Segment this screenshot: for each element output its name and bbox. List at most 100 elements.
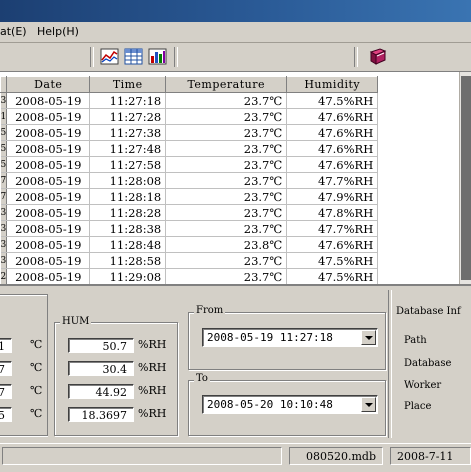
temperature-cell[interactable]: 23.7℃ — [165, 268, 288, 284]
time-cell[interactable]: 11:28:58 — [89, 252, 167, 269]
time-cell[interactable]: 11:28:38 — [89, 220, 167, 237]
status-pane-main — [2, 447, 282, 465]
bar-chart-icon[interactable] — [148, 47, 168, 67]
hum-min-field: 30.4 — [68, 361, 134, 376]
humidity-cell[interactable]: 47.6%RH — [286, 156, 379, 173]
temp-unit: ℃ — [30, 407, 43, 420]
menu-help[interactable]: Help(H) — [37, 25, 79, 38]
humidity-cell[interactable]: 47.7%RH — [286, 220, 379, 237]
data-table: Date Time Temperature Humidity 3 2008-05-… — [0, 76, 379, 284]
time-cell[interactable]: 11:27:58 — [89, 156, 167, 173]
vertical-scrollbar[interactable] — [459, 72, 471, 284]
temperature-cell[interactable]: 23.8℃ — [165, 236, 288, 253]
temp-unit: ℃ — [30, 384, 43, 397]
temperature-cell[interactable]: 23.7℃ — [165, 220, 288, 237]
column-header-date[interactable]: Date — [6, 76, 91, 93]
table-row[interactable]: 5 2008-05-19 11:27:48 23.7℃ 47.6%RH — [0, 140, 379, 157]
database-info-title: Database Inf — [396, 306, 461, 317]
scrollbar-thumb[interactable] — [461, 76, 471, 280]
temp-min-field: 7 — [0, 361, 12, 376]
temperature-cell[interactable]: 23.7℃ — [165, 204, 288, 221]
temperature-cell[interactable]: 23.7℃ — [165, 140, 288, 157]
date-cell[interactable]: 2008-05-19 — [6, 140, 91, 157]
hum-unit: %RH — [138, 361, 167, 374]
humidity-cell[interactable]: 47.8%RH — [286, 204, 379, 221]
worker-label: Worker — [404, 380, 442, 391]
menu-bar: at(E) Help(H) — [0, 22, 471, 43]
chevron-down-icon[interactable] — [361, 330, 376, 345]
date-cell[interactable]: 2008-05-19 — [6, 92, 91, 109]
humidity-cell[interactable]: 47.5%RH — [286, 252, 379, 269]
date-cell[interactable]: 2008-05-19 — [6, 188, 91, 205]
humidity-cell[interactable]: 47.7%RH — [286, 172, 379, 189]
date-cell[interactable]: 2008-05-19 — [6, 172, 91, 189]
table-row[interactable]: 3 2008-05-19 11:28:58 23.7℃ 47.5%RH — [0, 252, 379, 269]
column-header-temperature[interactable]: Temperature — [165, 76, 288, 93]
column-header-time[interactable]: Time — [89, 76, 167, 93]
table-row[interactable]: 3 2008-05-19 11:28:28 23.7℃ 47.8%RH — [0, 204, 379, 221]
date-cell[interactable]: 2008-05-19 — [6, 252, 91, 269]
to-date-value: 2008-05-20 10:10:48 — [207, 398, 333, 411]
humidity-cell[interactable]: 47.5%RH — [286, 92, 379, 109]
temperature-cell[interactable]: 23.7℃ — [165, 156, 288, 173]
date-cell[interactable]: 2008-05-19 — [6, 236, 91, 253]
to-date-select[interactable]: 2008-05-20 10:10:48 — [202, 395, 378, 414]
temperature-cell[interactable]: 23.7℃ — [165, 188, 288, 205]
humidity-cell[interactable]: 47.6%RH — [286, 236, 379, 253]
table-row[interactable]: 3 2008-05-19 11:28:38 23.7℃ 47.7%RH — [0, 220, 379, 237]
time-cell[interactable]: 11:27:38 — [89, 124, 167, 141]
temp-max-field: 1 — [0, 338, 12, 353]
to-label: To — [194, 373, 210, 384]
temperature-cell[interactable]: 23.7℃ — [165, 124, 288, 141]
from-date-select[interactable]: 2008-05-19 11:27:18 — [202, 328, 378, 347]
menu-format[interactable]: at(E) — [0, 25, 27, 38]
book-icon[interactable] — [368, 47, 388, 67]
table-row[interactable]: 1 2008-05-19 11:27:28 23.7℃ 47.6%RH — [0, 108, 379, 125]
humidity-cell[interactable]: 47.6%RH — [286, 124, 379, 141]
place-label: Place — [404, 401, 432, 412]
temp-std-field: 5 — [0, 407, 12, 422]
table-row[interactable]: 5 2008-05-19 11:27:58 23.7℃ 47.6%RH — [0, 156, 379, 173]
toolbar — [0, 43, 471, 72]
hum-unit: %RH — [138, 407, 167, 420]
time-cell[interactable]: 11:28:28 — [89, 204, 167, 221]
date-cell[interactable]: 2008-05-19 — [6, 108, 91, 125]
chart-icon[interactable] — [100, 47, 120, 67]
time-cell[interactable]: 11:28:48 — [89, 236, 167, 253]
chevron-down-icon[interactable] — [361, 397, 376, 412]
date-cell[interactable]: 2008-05-19 — [6, 268, 91, 284]
table-row[interactable]: 5 2008-05-19 11:27:38 23.7℃ 47.6%RH — [0, 124, 379, 141]
date-cell[interactable]: 2008-05-19 — [6, 124, 91, 141]
path-label: Path — [404, 335, 427, 346]
time-cell[interactable]: 11:28:18 — [89, 188, 167, 205]
table-row[interactable]: 7 2008-05-19 11:28:18 23.7℃ 47.9%RH — [0, 188, 379, 205]
humidity-cell[interactable]: 47.5%RH — [286, 268, 379, 284]
time-cell[interactable]: 11:27:18 — [89, 92, 167, 109]
humidity-cell[interactable]: 47.6%RH — [286, 108, 379, 125]
temperature-cell[interactable]: 23.7℃ — [165, 252, 288, 269]
data-grid[interactable]: Date Time Temperature Humidity 3 2008-05-… — [0, 72, 471, 286]
temperature-cell[interactable]: 23.7℃ — [165, 172, 288, 189]
toolbar-separator — [354, 47, 358, 67]
time-cell[interactable]: 11:27:48 — [89, 140, 167, 157]
humidity-cell[interactable]: 47.9%RH — [286, 188, 379, 205]
date-range-panel: From 2008-05-19 11:27:18 To 2008-05-20 1… — [184, 286, 388, 442]
date-cell[interactable]: 2008-05-19 — [6, 156, 91, 173]
table-row[interactable]: 7 2008-05-19 11:28:08 23.7℃ 47.7%RH — [0, 172, 379, 189]
from-label: From — [194, 305, 226, 316]
table-icon[interactable] — [124, 47, 144, 67]
time-cell[interactable]: 11:29:08 — [89, 268, 167, 284]
date-cell[interactable]: 2008-05-19 — [6, 204, 91, 221]
humidity-cell[interactable]: 47.6%RH — [286, 140, 379, 157]
table-row[interactable]: 3 2008-05-19 11:28:48 23.8℃ 47.6%RH — [0, 236, 379, 253]
column-header-humidity[interactable]: Humidity — [286, 76, 379, 93]
date-cell[interactable]: 2008-05-19 — [6, 220, 91, 237]
table-row[interactable]: 2 2008-05-19 11:29:08 23.7℃ 47.5%RH — [0, 268, 379, 284]
window-title-bar[interactable] — [0, 0, 471, 22]
temperature-cell[interactable]: 23.7℃ — [165, 108, 288, 125]
time-cell[interactable]: 11:28:08 — [89, 172, 167, 189]
toolbar-separator — [90, 47, 94, 67]
time-cell[interactable]: 11:27:28 — [89, 108, 167, 125]
temperature-cell[interactable]: 23.7℃ — [165, 92, 288, 109]
table-row[interactable]: 3 2008-05-19 11:27:18 23.7℃ 47.5%RH — [0, 92, 379, 109]
